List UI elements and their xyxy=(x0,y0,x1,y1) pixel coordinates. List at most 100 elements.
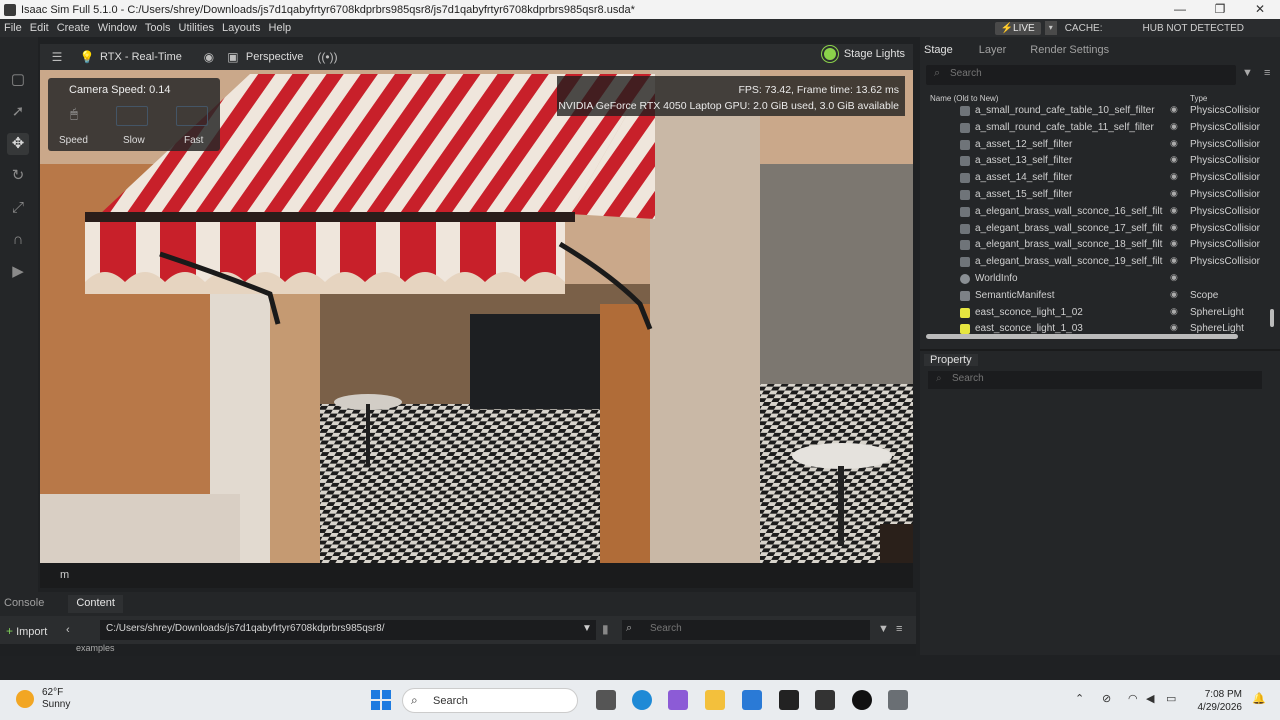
tree-row[interactable]: a_elegant_brass_wall_sconce_16_self_filt… xyxy=(920,204,1270,221)
bookmark-icon[interactable]: ▮ xyxy=(602,622,609,636)
camera-button[interactable]: ▣ Perspective xyxy=(224,48,303,66)
tree-row[interactable]: a_small_round_cafe_table_10_self_filter ◉… xyxy=(920,103,1270,120)
menu-layouts[interactable]: Layouts xyxy=(218,22,265,34)
visibility-eye-icon[interactable]: ◉ xyxy=(1170,154,1178,165)
folder-row[interactable]: examples xyxy=(0,643,916,656)
tab-property[interactable]: Property xyxy=(924,354,978,366)
content-search-input[interactable] xyxy=(650,623,850,634)
visibility-eye-icon[interactable]: ◉ xyxy=(1170,272,1178,283)
menu-edit[interactable]: Edit xyxy=(26,22,53,34)
stage-search-input[interactable] xyxy=(950,68,1210,79)
tab-content[interactable]: Content xyxy=(68,595,123,613)
tree-row[interactable]: a_asset_12_self_filter ◉ PhysicsCollision xyxy=(920,137,1270,154)
visibility-eye-icon[interactable]: ◉ xyxy=(1170,121,1178,132)
fast-key-button[interactable] xyxy=(176,106,208,126)
select-arrow-icon[interactable]: ➚ xyxy=(7,101,29,123)
visibility-eye-icon[interactable]: ◉ xyxy=(1170,238,1178,249)
tree-row[interactable]: east_sconce_light_1_03 ◉ SphereLight xyxy=(920,321,1270,334)
tree-row[interactable]: SemanticManifest ◉ Scope xyxy=(920,288,1270,305)
store-icon[interactable] xyxy=(742,690,762,710)
viewport-settings-button[interactable]: ☰ xyxy=(48,48,66,66)
play-icon[interactable]: ▶ xyxy=(7,261,29,283)
visibility-eye-icon[interactable]: ◉ xyxy=(1170,289,1178,300)
visibility-eye-icon[interactable]: ◉ xyxy=(1170,171,1178,182)
path-input[interactable] xyxy=(106,623,576,634)
mouse-icon[interactable]: 🖱 xyxy=(58,106,90,126)
terminal-icon[interactable] xyxy=(815,690,835,710)
property-search[interactable]: ⌕ xyxy=(928,371,1262,389)
audio-button[interactable]: ((•)) xyxy=(317,48,337,66)
menu-tools[interactable]: Tools xyxy=(141,22,175,34)
battery-icon[interactable]: ▭ xyxy=(1166,692,1176,705)
tree-horizontal-scrollbar[interactable] xyxy=(926,334,1238,339)
notification-icon[interactable]: 🔔 xyxy=(1252,692,1266,705)
weather-widget[interactable]: 62°F Sunny xyxy=(16,687,70,711)
property-search-input[interactable] xyxy=(952,373,1232,384)
scale-tool-icon[interactable]: ⤢ xyxy=(7,197,29,219)
tab-layer[interactable]: Layer xyxy=(975,44,1015,56)
app-icon[interactable] xyxy=(852,690,872,710)
tree-row[interactable]: a_small_round_cafe_table_11_self_filter ◉… xyxy=(920,120,1270,137)
isaac-sim-taskbar-icon[interactable] xyxy=(888,690,908,710)
tab-console[interactable]: Console xyxy=(0,595,52,613)
volume-icon[interactable]: ◀ xyxy=(1146,692,1154,705)
network-off-icon[interactable]: ⊘ xyxy=(1102,692,1111,705)
maximize-button[interactable]: ❐ xyxy=(1200,0,1240,19)
file-explorer-icon[interactable] xyxy=(705,690,725,710)
stage-search[interactable]: ⌕ xyxy=(926,65,1236,85)
import-button[interactable]: + Import xyxy=(6,624,47,638)
visibility-eye-icon[interactable]: ◉ xyxy=(1170,104,1178,115)
menu-help[interactable]: Help xyxy=(265,22,296,34)
menu-utilities[interactable]: Utilities xyxy=(175,22,218,34)
tree-row[interactable]: a_asset_13_self_filter ◉ PhysicsCollision xyxy=(920,153,1270,170)
chevron-up-icon[interactable]: ⌃ xyxy=(1075,692,1084,705)
tree-row[interactable]: east_sconce_light_1_02 ◉ SphereLight xyxy=(920,305,1270,322)
tree-row[interactable]: a_asset_14_self_filter ◉ PhysicsCollision xyxy=(920,170,1270,187)
menu-create[interactable]: Create xyxy=(53,22,94,34)
tree-row[interactable]: a_elegant_brass_wall_sconce_17_self_filt… xyxy=(920,221,1270,238)
stage-tree[interactable]: a_small_round_cafe_table_10_self_filter ◉… xyxy=(920,99,1270,334)
windows-start-icon[interactable] xyxy=(371,690,391,710)
copilot-icon[interactable] xyxy=(668,690,688,710)
tree-vertical-scrollbar[interactable] xyxy=(1270,309,1274,327)
menu-icon[interactable]: ≡ xyxy=(1264,67,1270,79)
move-tool-icon[interactable]: ✥ xyxy=(7,133,29,155)
live-dropdown[interactable]: ▾ xyxy=(1044,21,1057,35)
visibility-button[interactable]: ◉ xyxy=(200,48,218,66)
menu-file[interactable]: File xyxy=(0,22,26,34)
filter-icon[interactable]: ▼ xyxy=(1242,67,1253,79)
minimize-button[interactable]: — xyxy=(1160,0,1200,19)
selection-mode-icon[interactable]: ▢ xyxy=(7,69,29,91)
tab-render-settings[interactable]: Render Settings xyxy=(1026,44,1117,56)
content-search[interactable]: ⌕ xyxy=(622,620,870,640)
menu-window[interactable]: Window xyxy=(94,22,141,34)
visibility-eye-icon[interactable]: ◉ xyxy=(1170,222,1178,233)
tree-row[interactable]: a_asset_15_self_filter ◉ PhysicsCollision xyxy=(920,187,1270,204)
visibility-eye-icon[interactable]: ◉ xyxy=(1170,138,1178,149)
epic-games-icon[interactable] xyxy=(779,690,799,710)
tab-stage[interactable]: Stage xyxy=(920,44,961,56)
taskbar-search[interactable]: ⌕ Search xyxy=(402,688,578,713)
visibility-eye-icon[interactable]: ◉ xyxy=(1170,322,1178,333)
tree-row[interactable]: a_elegant_brass_wall_sconce_19_self_filt… xyxy=(920,254,1270,271)
render-mode-button[interactable]: 💡 RTX - Real-Time xyxy=(78,48,182,66)
stage-lights-button[interactable]: Stage Lights xyxy=(823,48,905,60)
tree-row[interactable]: WorldInfo ◉ xyxy=(920,271,1270,288)
menu-icon[interactable]: ≡ xyxy=(896,623,902,635)
live-toggle[interactable]: ⚡LIVE xyxy=(994,21,1041,35)
rotate-tool-icon[interactable]: ↻ xyxy=(7,165,29,187)
path-field[interactable] xyxy=(100,620,596,640)
edge-icon[interactable] xyxy=(632,690,652,710)
back-arrow-icon[interactable]: ‹ xyxy=(66,624,70,636)
task-view-icon[interactable] xyxy=(596,690,616,710)
visibility-eye-icon[interactable]: ◉ xyxy=(1170,255,1178,266)
tree-row[interactable]: a_elegant_brass_wall_sconce_18_self_filt… xyxy=(920,237,1270,254)
filter-icon[interactable]: ▼ xyxy=(878,623,889,635)
visibility-eye-icon[interactable]: ◉ xyxy=(1170,188,1178,199)
clock[interactable]: 7:08 PM 4/29/2026 xyxy=(1198,688,1243,714)
visibility-eye-icon[interactable]: ◉ xyxy=(1170,306,1178,317)
close-button[interactable]: ✕ xyxy=(1240,0,1280,19)
path-dropdown-icon[interactable]: ▼ xyxy=(582,623,592,634)
snap-magnet-icon[interactable]: ∩ xyxy=(7,229,29,251)
wifi-icon[interactable]: ◠ xyxy=(1128,692,1138,705)
